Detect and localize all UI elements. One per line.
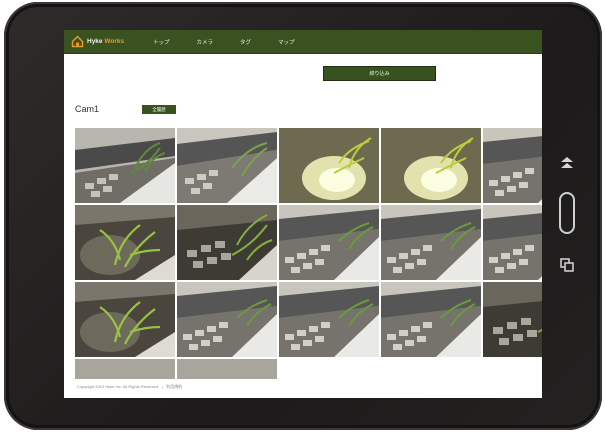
photo-thumbnail[interactable] — [381, 282, 481, 357]
photo-thumbnail[interactable] — [75, 359, 175, 379]
photo-thumbnail[interactable] — [381, 205, 481, 280]
terms-link[interactable]: 利用規約 — [166, 384, 182, 389]
footer: Copyright 2019 Hyke Inc. All Rights Rese… — [77, 384, 182, 390]
eject-icon[interactable] — [560, 156, 574, 170]
nav-map[interactable]: マップ — [278, 38, 295, 46]
filter-button[interactable]: 絞り込み — [323, 66, 436, 81]
photo-thumbnail[interactable] — [177, 128, 277, 203]
photo-thumbnail[interactable] — [177, 359, 277, 379]
screen: Hyke Works トップ カメラ タグ マップ 絞り込み Cam1 全履歴 … — [64, 30, 542, 398]
nav-camera[interactable]: カメラ — [197, 38, 214, 46]
logo-text-part1: Hyke — [87, 38, 103, 45]
nav-top[interactable]: トップ — [153, 38, 170, 46]
logo-house-icon — [71, 35, 84, 48]
multitask-icon[interactable] — [560, 258, 574, 272]
show-all-history-button[interactable]: 全履歴 — [142, 105, 176, 114]
logo-text-part2: Works — [102, 38, 125, 45]
photo-thumbnail[interactable] — [279, 205, 379, 280]
photo-thumbnail[interactable] — [177, 205, 277, 280]
photo-thumbnail[interactable] — [177, 282, 277, 357]
logo[interactable]: Hyke Works — [71, 35, 141, 48]
nav-tag[interactable]: タグ — [240, 38, 251, 46]
copyright-text: Copyright 2019 Hyke Inc. All Rights Rese… — [77, 384, 160, 389]
tablet-frame: Hyke Works トップ カメラ タグ マップ 絞り込み Cam1 全履歴 … — [4, 2, 602, 430]
top-navbar: Hyke Works トップ カメラ タグ マップ — [64, 30, 542, 54]
home-button[interactable] — [559, 192, 575, 234]
photo-thumbnail[interactable] — [279, 128, 379, 203]
photo-gallery — [75, 128, 542, 379]
footer-separator: | — [162, 384, 164, 389]
logo-text: Hyke Works — [87, 38, 124, 45]
camera-title: Cam1 — [75, 104, 100, 114]
photo-thumbnail[interactable] — [483, 128, 542, 203]
photo-thumbnail[interactable] — [279, 282, 379, 357]
photo-thumbnail[interactable] — [483, 205, 542, 280]
photo-thumbnail[interactable] — [381, 128, 481, 203]
photo-thumbnail[interactable] — [75, 128, 175, 203]
photo-thumbnail[interactable] — [75, 205, 175, 280]
photo-thumbnail[interactable] — [75, 282, 175, 357]
photo-thumbnail[interactable] — [483, 282, 542, 357]
nav-menu: トップ カメラ タグ マップ — [153, 38, 322, 46]
